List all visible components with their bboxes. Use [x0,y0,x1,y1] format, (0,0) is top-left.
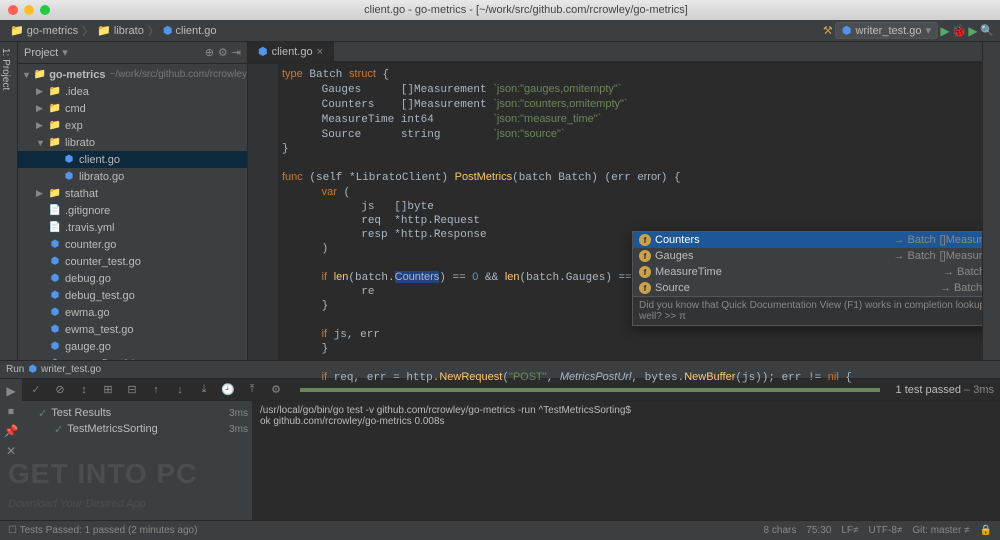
show-passed-icon[interactable]: ✓ [28,382,44,398]
completion-item[interactable]: fSource→ Batchstring [633,280,1000,296]
status-bar: ☐ Tests Passed: 1 passed (2 minutes ago)… [0,520,1000,540]
project-header-label: Project [24,47,58,59]
export-icon[interactable]: ⤓ [196,382,212,398]
breadcrumb-folder[interactable]: 📁 librato [93,24,148,37]
tree-item[interactable]: ⬢ewma.go [18,304,247,321]
breadcrumb-file[interactable]: ⬢ client.go [159,24,221,37]
completion-item[interactable]: fCounters→ Batch[]Measurement [633,232,1000,248]
tree-item[interactable]: ⬢counter_test.go [18,253,247,270]
breadcrumb-root[interactable]: 📁 go-metrics [6,24,82,37]
tree-root[interactable]: ▼📁go-metrics~/work/src/github.com/rcrowl… [18,66,247,83]
tree-item[interactable]: ▶📁.idea [18,83,247,100]
maximize-button[interactable] [40,5,50,15]
project-panel: Project ▾ ⊕ ⚙ ⇥ ▼📁go-metrics~/work/src/g… [18,42,248,360]
tree-item[interactable]: ⬢debug.go [18,270,247,287]
completion-item[interactable]: fMeasureTime→ Batchint64 [633,264,1000,280]
tree-item[interactable]: ⬢ewma_test.go [18,321,247,338]
tree-item[interactable]: ⬢debug_test.go [18,287,247,304]
stop-button[interactable]: ⏹ [3,403,19,419]
run-config-label: writer_test.go [41,364,101,375]
code-completion-popup[interactable]: fCounters→ Batch[]MeasurementfGauges→ Ba… [632,231,1000,326]
tree-item[interactable]: ▶📁stathat [18,185,247,202]
next-icon[interactable]: ↓ [172,382,188,398]
editor-area: ⬢client.go × type Batch struct { Gauges … [248,42,1000,360]
collapse-icon[interactable]: ⊕ [205,46,214,59]
run-gutter-toolbar: ▶ ⏹ 📌 ✕ [0,379,22,520]
status-position[interactable]: 75:30 [806,525,831,536]
close-button[interactable] [8,5,18,15]
lock-icon[interactable]: 🔒 [980,525,992,536]
status-line-sep[interactable]: LF≠ [841,525,858,536]
minimize-button[interactable] [24,5,34,15]
status-chars: 8 chars [764,525,797,536]
run-button[interactable]: ▶ [938,24,952,38]
tree-item[interactable]: 📄.travis.yml [18,219,247,236]
status-message: ☐ Tests Passed: 1 passed (2 minutes ago) [8,525,197,536]
collapse-icon[interactable]: ⊟ [124,382,140,398]
debug-button[interactable]: 🐞 [952,24,966,38]
history-icon[interactable]: 🕘 [220,382,236,398]
tree-item[interactable]: ⬢gauge_float64.go [18,355,247,360]
tree-item[interactable]: ⬢librato.go [18,168,247,185]
test-output[interactable]: /usr/local/go/bin/go test -v github.com/… [252,401,1000,520]
sort-icon[interactable]: ↕ [76,382,92,398]
tree-item[interactable]: ▶📁cmd [18,100,247,117]
run-tab-label[interactable]: Run [6,364,24,375]
status-git[interactable]: Git: master ≠ [912,525,969,536]
expand-icon[interactable]: ⊞ [100,382,116,398]
tree-item[interactable]: ⬢counter.go [18,236,247,253]
code-editor[interactable]: type Batch struct { Gauges []Measurement… [248,63,1000,389]
hide-icon[interactable]: ⇥ [232,46,241,59]
traffic-lights [8,5,50,15]
rerun-button[interactable]: ▶ [3,383,19,399]
window-titlebar: client.go - go-metrics - [~/work/src/git… [0,0,1000,20]
tree-item[interactable]: 📄.gitignore [18,202,247,219]
build-icon[interactable]: ⚒ [821,24,835,38]
test-results-root[interactable]: ✓Test Results3ms [26,405,248,421]
run-config-selector[interactable]: ⬢writer_test.go ▾ [835,22,938,39]
search-icon[interactable]: 🔍 [980,24,994,38]
tree-item[interactable]: ⬢gauge.go [18,338,247,355]
pin-button[interactable]: 📌 [3,423,19,439]
tree-item[interactable]: ▶📁exp [18,117,247,134]
navigation-bar: 📁 go-metrics 〉 📁 librato 〉 ⬢ client.go ⚒… [0,20,1000,42]
close-run-button[interactable]: ✕ [3,443,19,459]
status-encoding[interactable]: UTF-8≠ [869,525,903,536]
project-tree[interactable]: ▼📁go-metrics~/work/src/github.com/rcrowl… [18,64,247,360]
tree-item[interactable]: ⬢client.go [18,151,247,168]
test-item[interactable]: ✓TestMetricsSorting3ms [26,421,248,437]
run-coverage-button[interactable]: ▶ [966,24,980,38]
tree-item[interactable]: ▼📁librato [18,134,247,151]
editor-tabs: ⬢client.go × [248,42,1000,62]
project-tool-tab[interactable]: 1: Project [0,42,18,360]
completion-item[interactable]: fGauges→ Batch[]Measurement [633,248,1000,264]
window-title: client.go - go-metrics - [~/work/src/git… [60,4,992,16]
test-tree[interactable]: ✓Test Results3ms ✓TestMetricsSorting3ms [22,401,252,520]
prev-icon[interactable]: ↑ [148,382,164,398]
editor-tab[interactable]: ⬢client.go × [248,42,334,62]
right-tool-tabs[interactable] [982,42,1000,360]
settings-icon[interactable]: ⚙ [218,46,228,59]
completion-hint: Did you know that Quick Documentation Vi… [633,296,1000,325]
show-ignored-icon[interactable]: ⊘ [52,382,68,398]
